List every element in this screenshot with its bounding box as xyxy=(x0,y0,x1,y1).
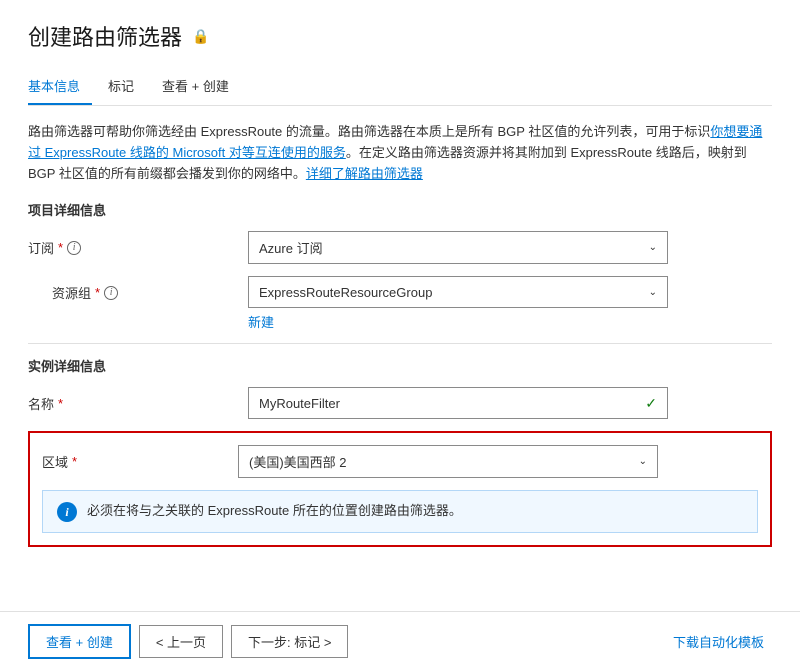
region-value: (美国)美国西部 2 xyxy=(249,452,347,471)
name-label: 名称 * xyxy=(28,387,248,413)
subscription-dropdown[interactable]: Azure 订阅 ⌄ xyxy=(248,231,668,264)
subscription-info-icon[interactable]: i xyxy=(67,241,81,255)
name-row: 名称 * MyRouteFilter ✓ xyxy=(28,387,772,419)
review-create-button[interactable]: 查看 + 创建 xyxy=(28,624,131,659)
description-section: 路由筛选器可帮助你筛选经由 ExpressRoute 的流量。路由筛选器在本质上… xyxy=(28,122,772,184)
info-box: i 必须在将与之关联的 ExpressRoute 所在的位置创建路由筛选器。 xyxy=(42,490,758,533)
tab-tags[interactable]: 标记 xyxy=(108,68,146,105)
download-template-link[interactable]: 下载自动化模板 xyxy=(665,626,772,658)
name-required: * xyxy=(58,396,63,411)
page-header: 创建路由筛选器 🔒 xyxy=(28,20,772,52)
subscription-label: 订阅 * i xyxy=(28,231,248,257)
next-button[interactable]: 下一步: 标记 > xyxy=(231,625,348,658)
region-chevron: ⌄ xyxy=(639,456,647,467)
region-dropdown[interactable]: (美国)美国西部 2 ⌄ xyxy=(238,445,658,478)
lock-icon: 🔒 xyxy=(192,28,209,45)
name-input[interactable]: MyRouteFilter ✓ xyxy=(248,387,668,419)
resource-group-dropdown[interactable]: ExpressRouteResourceGroup ⌄ xyxy=(248,276,668,308)
name-valid-checkmark: ✓ xyxy=(645,395,657,412)
resource-group-value: ExpressRouteResourceGroup xyxy=(259,285,432,300)
instance-details-header: 实例详细信息 xyxy=(28,356,772,375)
info-message: 必须在将与之关联的 ExpressRoute 所在的位置创建路由筛选器。 xyxy=(87,501,462,521)
subscription-control-wrapper: Azure 订阅 ⌄ xyxy=(248,231,668,264)
resource-group-chevron: ⌄ xyxy=(649,287,657,298)
resource-group-row: 资源组 * i ExpressRouteResourceGroup ⌄ 新建 xyxy=(28,276,772,331)
resource-group-control-wrapper: ExpressRouteResourceGroup ⌄ 新建 xyxy=(248,276,668,331)
resource-group-new-link[interactable]: 新建 xyxy=(248,312,274,331)
name-value: MyRouteFilter xyxy=(259,396,340,411)
info-circle-icon: i xyxy=(57,502,77,522)
resource-group-info-icon[interactable]: i xyxy=(104,286,118,300)
page-container: 创建路由筛选器 🔒 基本信息 标记 查看 + 创建 路由筛选器可帮助你筛选经由 … xyxy=(0,0,800,671)
subscription-required: * xyxy=(58,240,63,255)
footer-bar: 查看 + 创建 < 上一页 下一步: 标记 > 下载自动化模板 xyxy=(0,611,800,671)
resource-group-label: 资源组 * i xyxy=(28,276,248,302)
region-row: 区域 * (美国)美国西部 2 ⌄ xyxy=(42,445,758,478)
project-details-header: 项目详细信息 xyxy=(28,200,772,219)
page-title: 创建路由筛选器 xyxy=(28,20,182,52)
prev-button[interactable]: < 上一页 xyxy=(139,625,223,658)
subscription-chevron: ⌄ xyxy=(649,242,657,253)
subscription-row: 订阅 * i Azure 订阅 ⌄ xyxy=(28,231,772,264)
divider1 xyxy=(28,343,772,344)
name-control-wrapper: MyRouteFilter ✓ xyxy=(248,387,668,419)
tab-basics[interactable]: 基本信息 xyxy=(28,68,92,105)
resource-group-required: * xyxy=(95,285,100,300)
description-text1: 路由筛选器可帮助你筛选经由 ExpressRoute 的流量。路由筛选器在本质上… xyxy=(28,124,710,139)
main-content: 创建路由筛选器 🔒 基本信息 标记 查看 + 创建 路由筛选器可帮助你筛选经由 … xyxy=(0,0,800,611)
description-link2[interactable]: 详细了解路由筛选器 xyxy=(306,166,423,181)
region-required: * xyxy=(72,454,77,469)
subscription-value: Azure 订阅 xyxy=(259,238,323,257)
region-section: 区域 * (美国)美国西部 2 ⌄ i 必须在将与之关联的 ExpressRou… xyxy=(28,431,772,547)
tabs-bar: 基本信息 标记 查看 + 创建 xyxy=(28,68,772,106)
region-label: 区域 * xyxy=(42,452,238,471)
tab-review[interactable]: 查看 + 创建 xyxy=(162,68,241,105)
